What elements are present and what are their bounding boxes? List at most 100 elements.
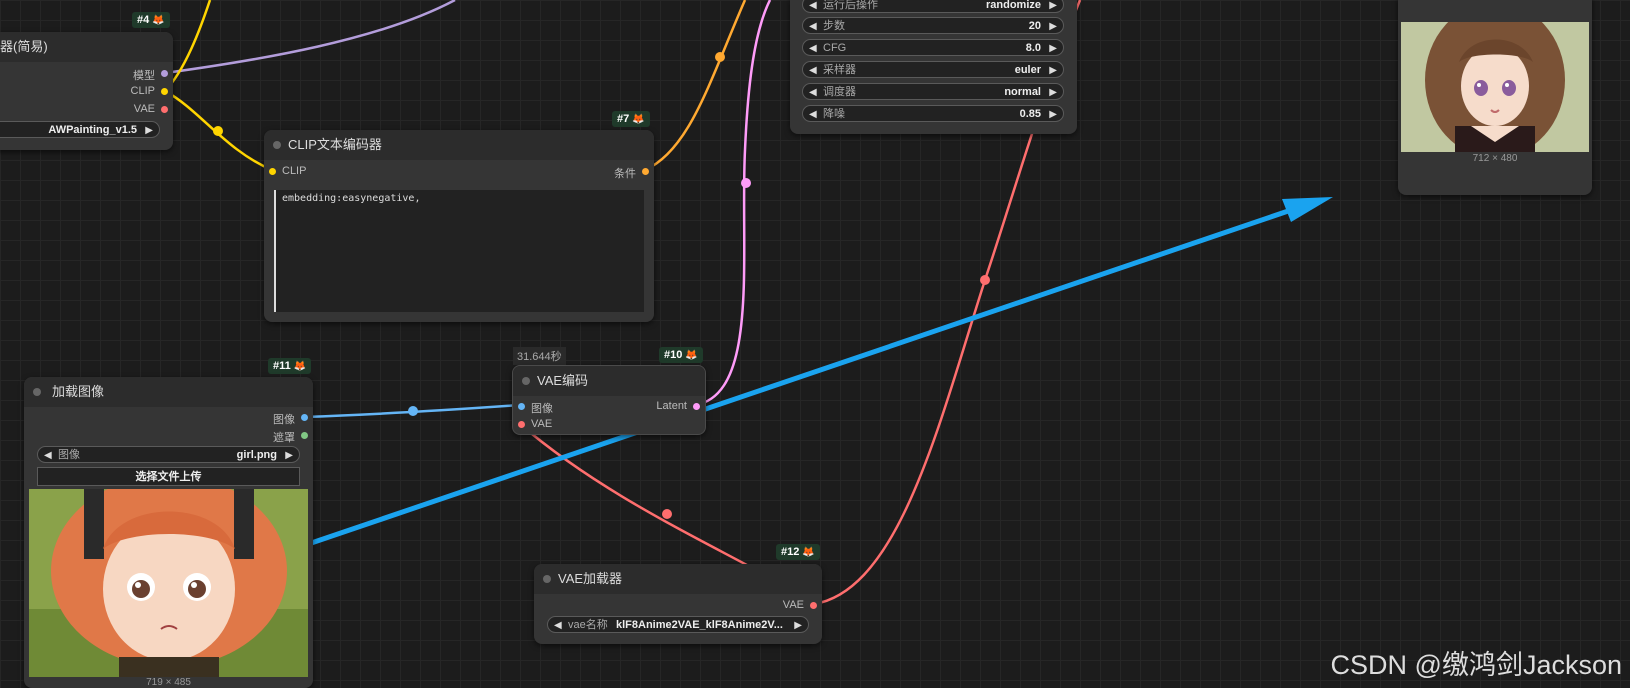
preview-image-node[interactable]: 712 × 480 [1398,0,1592,195]
vae-encode-node[interactable]: VAE编码 图像 VAE Latent [512,365,706,435]
port-dot[interactable] [269,168,276,175]
arrow-left-icon[interactable]: ◀ [44,447,52,464]
port-label: CLIP [282,165,307,177]
node-title-bar[interactable]: VAE加载器 [534,564,822,594]
output-port-clip[interactable]: CLIP [130,85,168,97]
input-port-vae[interactable]: VAE [518,418,552,430]
node-title-bar[interactable]: VAE编码 [513,366,705,396]
arrow-right-icon[interactable]: ▶ [1049,18,1057,35]
widget-label: CFG [823,42,847,54]
fox-icon: 🦊 [632,114,645,125]
arrow-right-icon[interactable]: ▶ [1049,84,1057,101]
widget-cfg[interactable]: ◀ CFG 8.0 ▶ [802,39,1064,56]
checkpoint-name-widget[interactable]: AWPainting_v1.5 ▶ [0,121,160,138]
arrow-left-icon[interactable]: ◀ [809,62,817,79]
arrow-left-icon[interactable]: ◀ [809,84,817,101]
widget-control-after-generate[interactable]: ◀ 运行后操作 randomize ▶ [802,0,1064,13]
vae-loader-node[interactable]: VAE加载器 VAE ◀ vae名称 klF8Anime2VAE_klF8Ani… [534,564,822,644]
port-dot[interactable] [301,432,308,439]
port-dot[interactable] [301,414,308,421]
node-id-badge: #7 🦊 [612,111,650,127]
arrow-left-icon[interactable]: ◀ [809,40,817,57]
output-port-latent[interactable]: Latent [656,400,700,412]
node-id-text: #10 [664,349,683,361]
arrow-right-icon[interactable]: ▶ [1049,106,1057,123]
node-id-badge: #11 🦊 [268,358,312,374]
port-dot[interactable] [810,602,817,609]
node-title-bar[interactable]: 加载图像 [24,377,313,407]
output-port-mask[interactable]: 遮罩 [273,429,308,445]
port-label: VAE [133,103,155,115]
wire-midpoint [980,275,990,285]
port-dot[interactable] [642,168,649,175]
arrow-right-icon[interactable]: ▶ [1049,62,1057,79]
output-port-image[interactable]: 图像 [273,411,308,427]
port-label: 模型 [133,70,155,82]
input-port-clip[interactable]: CLIP [269,165,307,177]
output-port-vae[interactable]: VAE [782,599,817,611]
node-id-badge: #10 🦊 [659,347,703,363]
arrow-left-icon[interactable]: ◀ [809,106,817,123]
prompt-textarea[interactable]: embedding:easynegative, [274,190,644,312]
widget-value: normal [1004,86,1041,98]
collapse-dot-icon[interactable] [273,141,281,149]
load-image-node[interactable]: 加载图像 图像 遮罩 ◀ 图像 girl.png ▶ 选择文件上传 719 × … [24,377,313,688]
collapse-dot-icon[interactable] [543,575,551,583]
port-label: CLIP [130,85,155,97]
image-file-widget[interactable]: ◀ 图像 girl.png ▶ [37,446,300,463]
widget-steps[interactable]: ◀ 步数 20 ▶ [802,17,1064,34]
clip-text-encode-node[interactable]: CLIP文本编码器 CLIP 条件 embedding:easynegative… [264,130,654,322]
arrow-right-icon[interactable]: ▶ [1049,40,1057,57]
input-image-preview[interactable] [29,489,308,677]
arrow-left-icon[interactable]: ◀ [554,617,562,634]
port-label: 图像 [273,414,295,426]
port-dot[interactable] [693,403,700,410]
widget-value: randomize [985,0,1041,11]
arrow-right-icon[interactable]: ▶ [1049,0,1057,14]
arrow-left-icon[interactable]: ◀ [809,0,817,14]
output-image-preview[interactable] [1401,22,1589,152]
port-label: VAE [782,599,804,611]
arrow-right-icon[interactable]: ▶ [285,447,293,464]
widget-sampler-name[interactable]: ◀ 采样器 euler ▶ [802,61,1064,78]
arrow-right-icon[interactable]: ▶ [145,122,153,139]
widget-value: 8.0 [1025,42,1041,54]
image-dimensions: 719 × 485 [146,677,191,688]
vae-name-widget[interactable]: ◀ vae名称 klF8Anime2VAE_klF8Anime2V... ▶ [547,616,809,633]
collapse-dot-icon[interactable] [522,377,530,385]
port-dot[interactable] [161,106,168,113]
anime-girl-output-image [1401,22,1589,152]
node-title: 器(简易) [0,39,48,54]
node-title-bar[interactable]: CLIP文本编码器 [264,130,654,160]
fox-icon: 🦊 [685,350,698,361]
upload-file-button[interactable]: 选择文件上传 [37,467,300,486]
wire-image [303,403,521,419]
port-dot[interactable] [161,88,168,95]
collapse-dot-icon[interactable] [33,388,41,396]
port-dot[interactable] [161,70,168,77]
widget-denoise[interactable]: ◀ 降噪 0.85 ▶ [802,105,1064,122]
checkpoint-loader-node[interactable]: 器(简易) 模型 CLIP VAE AWPainting_v1.5 ▶ [0,32,173,150]
port-label: 遮罩 [273,432,295,444]
port-dot[interactable] [518,403,525,410]
wire-clip-to-encoder [164,89,273,172]
port-dot[interactable] [518,421,525,428]
wire-conditioning [644,0,747,172]
execution-timer: 31.644秒 [513,347,566,365]
output-port-conditioning[interactable]: 条件 [614,165,649,181]
widget-label: 采样器 [823,64,856,76]
output-port-vae[interactable]: VAE [133,103,168,115]
csdn-watermark: CSDN @缴鸿剑Jackson [1330,650,1622,680]
wire-midpoint [715,52,725,62]
arrow-right-icon[interactable]: ▶ [794,617,802,634]
ksampler-node[interactable]: ◀ 运行后操作 randomize ▶ ◀ 步数 20 ▶ ◀ CFG 8.0 … [790,0,1077,134]
output-port-model[interactable]: 模型 [133,67,168,83]
widget-label: 降噪 [823,108,845,120]
node-title-bar[interactable]: 器(简易) [0,32,173,62]
arrow-left-icon[interactable]: ◀ [809,18,817,35]
node-id-text: #12 [781,546,800,558]
widget-scheduler[interactable]: ◀ 调度器 normal ▶ [802,83,1064,100]
widget-value: girl.png [236,449,277,461]
input-port-image[interactable]: 图像 [518,400,553,416]
wire-midpoint [408,406,418,416]
